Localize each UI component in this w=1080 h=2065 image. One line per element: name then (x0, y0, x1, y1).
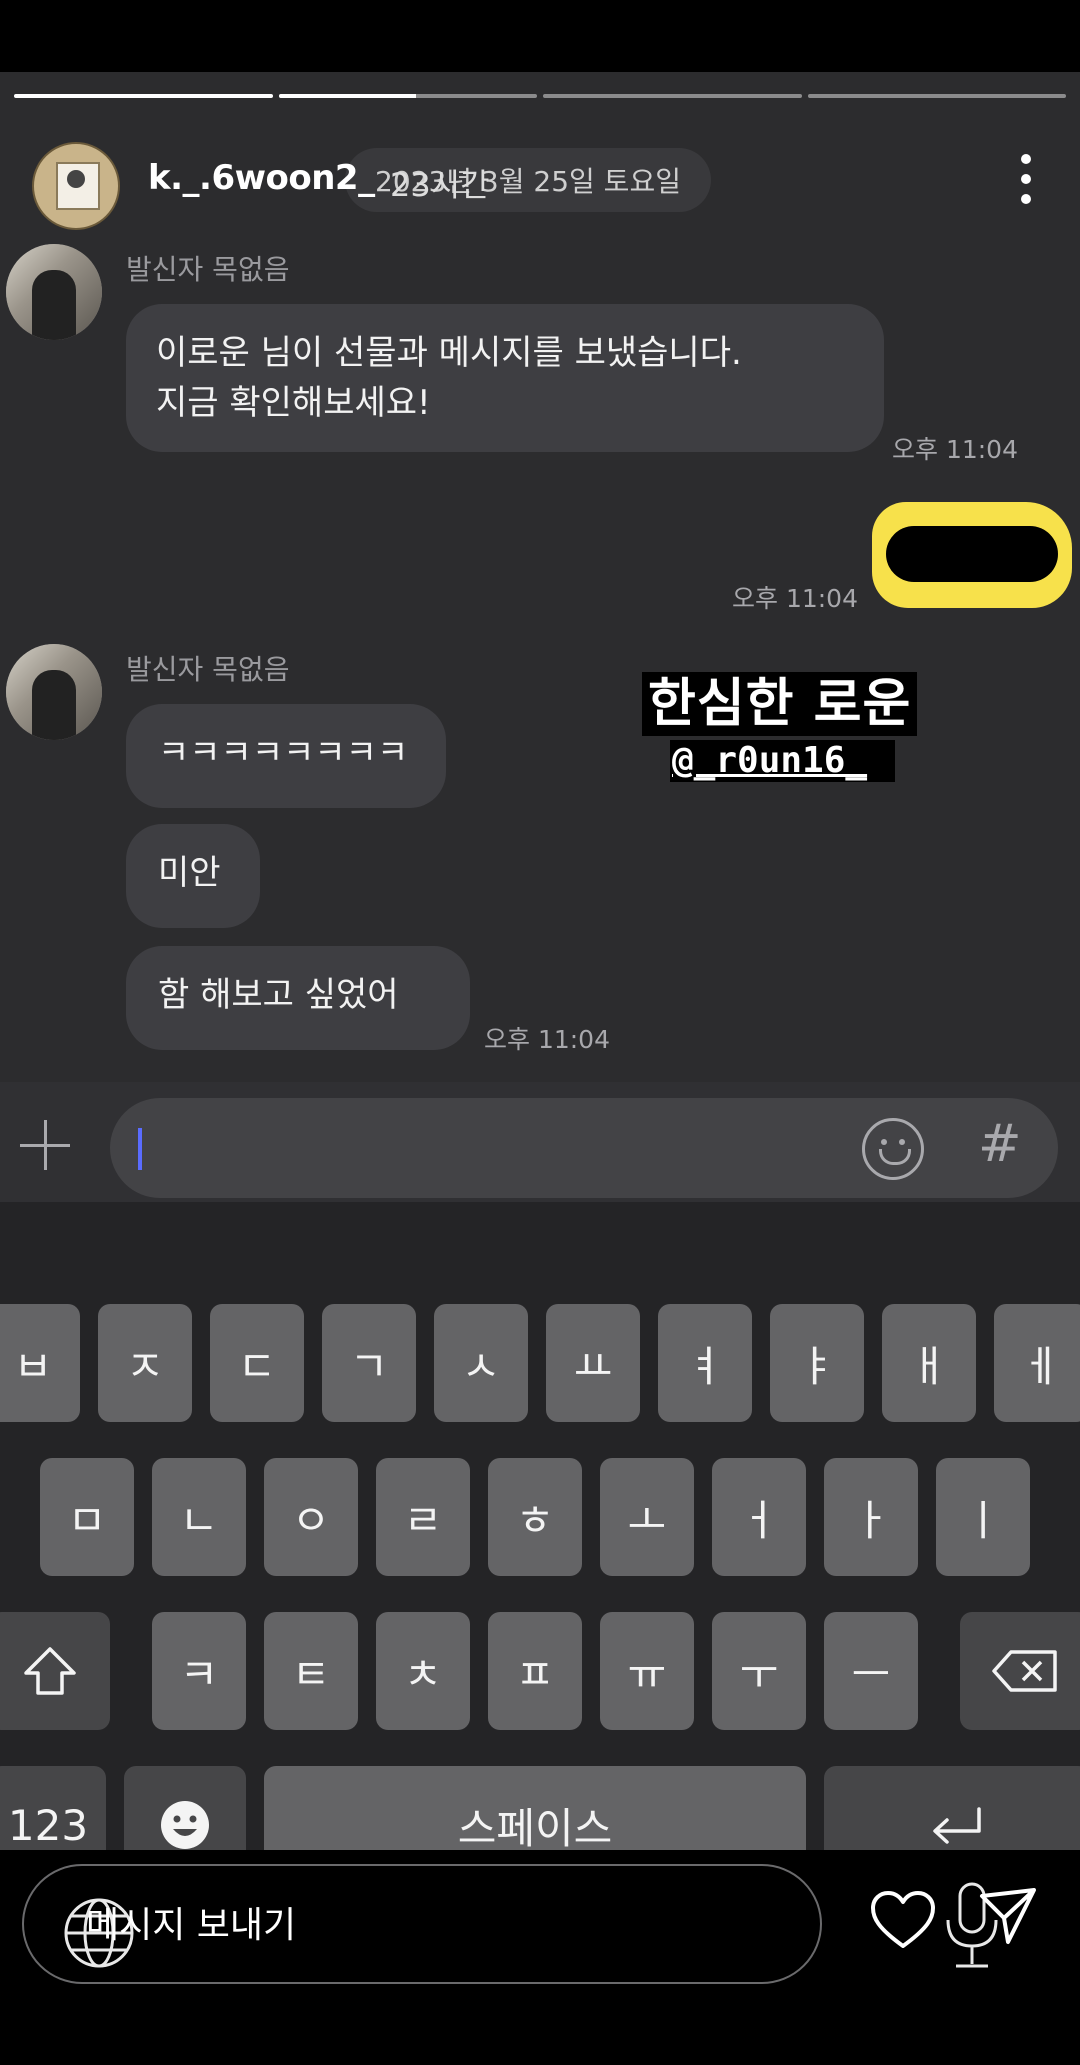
key-r1-3[interactable]: ㄷ (210, 1304, 304, 1422)
key-r2-8[interactable]: ㅏ (824, 1458, 918, 1576)
progress-fill (278, 94, 416, 98)
sender-avatar (6, 644, 102, 740)
keyboard: ㅂㅈㄷㄱㅅㅛㅕㅑㅐㅔ ㅁㄴㅇㄹㅎㅗㅓㅏㅣ ㅋㅌㅊㅍㅠㅜㅡ 123 스페이스 (0, 1202, 1080, 1912)
key-r1-2[interactable]: ㅈ (98, 1304, 192, 1422)
key-r2-6[interactable]: ㅗ (600, 1458, 694, 1576)
key-r2-3[interactable]: ㅇ (264, 1458, 358, 1576)
redaction-scribble (886, 526, 1058, 582)
message-bubble: ㅋㅋㅋㅋㅋㅋㅋㅋ (126, 704, 446, 808)
key-r2-9[interactable]: ㅣ (936, 1458, 1030, 1576)
message-text: ㅋㅋㅋㅋㅋㅋㅋㅋ (158, 733, 409, 773)
sender-name: 발신자 목없음 (126, 253, 290, 286)
key-r3-5[interactable]: ㅠ (600, 1612, 694, 1730)
message-composer: # (0, 1082, 1080, 1202)
story-viewer[interactable]: 2023년 3월 25일 토요일 k._.6woon2_ 23시간 발신자 목없… (0, 72, 1080, 1992)
enter-icon (933, 1807, 981, 1844)
key-r1-6[interactable]: ㅛ (546, 1304, 640, 1422)
message-text: 지금 확인해보세요! (156, 383, 431, 423)
progress-segment (14, 94, 273, 98)
key-r3-6[interactable]: ㅜ (712, 1612, 806, 1730)
shift-key[interactable] (0, 1612, 110, 1730)
message-bubble: 함 해보고 싶었어 (126, 946, 470, 1050)
hashtag-icon[interactable]: # (978, 1114, 1022, 1174)
progress-segment (543, 94, 802, 98)
key-r2-7[interactable]: ㅓ (712, 1458, 806, 1576)
key-r2-4[interactable]: ㄹ (376, 1458, 470, 1576)
message-text: 이로운 님이 선물과 메시지를 보냈습니다. (156, 333, 742, 373)
time-ago: 23시간 (390, 166, 490, 204)
more-options-icon[interactable] (1020, 154, 1032, 204)
send-icon[interactable] (978, 1886, 1038, 1946)
sender-avatar (6, 244, 102, 340)
story-text-sticker[interactable]: 한심한 로운 (642, 672, 918, 736)
progress-segment (807, 94, 1066, 98)
key-r2-1[interactable]: ㅁ (40, 1458, 134, 1576)
key-r1-1[interactable]: ㅂ (0, 1304, 80, 1422)
emoji-icon (161, 1801, 209, 1849)
emoji-icon[interactable] (862, 1118, 924, 1180)
plus-icon[interactable] (20, 1120, 70, 1170)
heart-icon[interactable] (870, 1890, 936, 1950)
backspace-key[interactable] (960, 1612, 1080, 1730)
progress-segment (278, 94, 537, 98)
key-r2-2[interactable]: ㄴ (152, 1458, 246, 1576)
text-caret (138, 1128, 142, 1170)
username[interactable]: k._.6woon2_ (148, 158, 375, 198)
mention-sticker[interactable]: @_r0un16_ (670, 740, 896, 782)
key-r1-9[interactable]: ㅐ (882, 1304, 976, 1422)
message-text: 함 해보고 싶었어 (158, 975, 399, 1015)
avatar-face (67, 170, 85, 188)
message-text: 미안 (158, 853, 221, 893)
key-r3-1[interactable]: ㅋ (152, 1612, 246, 1730)
message-time: 오후 11:04 (732, 584, 858, 613)
sender-name: 발신자 목없음 (126, 653, 290, 686)
sent-message-bubble (872, 502, 1072, 608)
key-r1-5[interactable]: ㅅ (434, 1304, 528, 1422)
key-r1-4[interactable]: ㄱ (322, 1304, 416, 1422)
key-r2-5[interactable]: ㅎ (488, 1458, 582, 1576)
story-reply-bar: 메시지 보내기 (0, 1850, 1080, 1992)
progress-fill (14, 94, 273, 98)
key-r3-3[interactable]: ㅊ (376, 1612, 470, 1730)
key-r1-8[interactable]: ㅑ (770, 1304, 864, 1422)
message-input[interactable]: # (110, 1098, 1058, 1198)
story-header: 2023년 3월 25일 토요일 k._.6woon2_ 23시간 (0, 124, 1080, 234)
message-time: 오후 11:04 (892, 435, 1018, 464)
key-r1-10[interactable]: ㅔ (994, 1304, 1080, 1422)
key-r3-4[interactable]: ㅍ (488, 1612, 582, 1730)
message-bubble: 미안 (126, 824, 260, 928)
key-r3-7[interactable]: ㅡ (824, 1612, 918, 1730)
avatar[interactable] (32, 142, 120, 230)
send-message-placeholder: 메시지 보내기 (86, 1905, 297, 1946)
backspace-icon (992, 1650, 1057, 1692)
send-message-field[interactable]: 메시지 보내기 (22, 1864, 822, 1984)
message-time: 오후 11:04 (484, 1025, 610, 1054)
key-r3-2[interactable]: ㅌ (264, 1612, 358, 1730)
key-r1-7[interactable]: ㅕ (658, 1304, 752, 1422)
shift-icon (24, 1647, 76, 1695)
story-progress (14, 94, 1066, 98)
message-bubble: 이로운 님이 선물과 메시지를 보냈습니다. 지금 확인해보세요! (126, 304, 884, 452)
